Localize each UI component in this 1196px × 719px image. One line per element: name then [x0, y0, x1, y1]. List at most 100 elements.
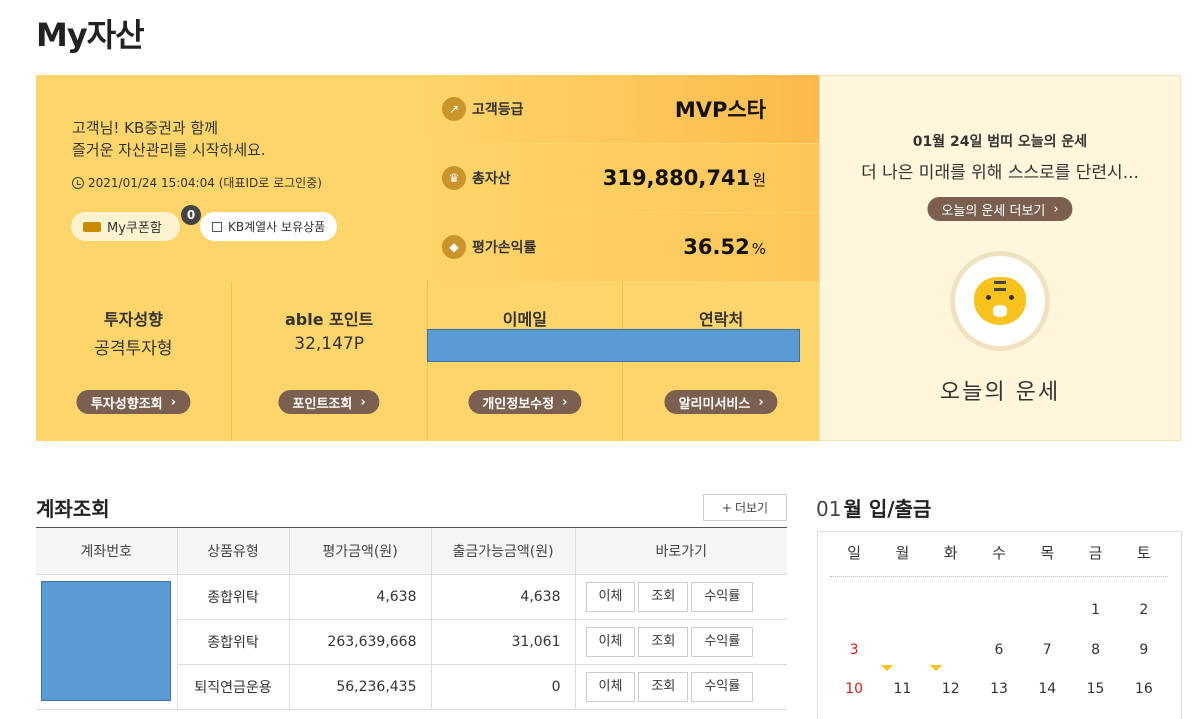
calendar-day-marked[interactable]: 5 [927, 635, 975, 671]
chevron-right-icon: › [170, 394, 176, 410]
calendar-day[interactable]: 15 [1071, 674, 1119, 704]
inquiry-button[interactable]: 조회 [638, 627, 689, 657]
header-eval-amount: 평가금액(원) [288, 527, 431, 575]
edit-personal-info-button[interactable]: 개인정보수정 › [468, 390, 582, 414]
login-time-text: 2021/01/24 15:04:04 (대표ID로 로그인중) [88, 176, 322, 190]
kb-affiliate-products-button[interactable]: KB계열사 보유상품 [200, 212, 338, 241]
calendar-day[interactable] [1023, 595, 1071, 625]
calendar-day[interactable] [878, 595, 926, 625]
weekday-label: 금 [1088, 544, 1103, 562]
transfer-button[interactable]: 이체 [585, 582, 636, 612]
profit-rate-value: 36.52% [683, 235, 766, 259]
diamond-icon: ◆ [442, 235, 466, 259]
chevron-right-icon: › [562, 394, 568, 410]
tiger-stripe [994, 281, 1006, 291]
calendar-week: 3 4 5 6 7 8 9 [830, 635, 1168, 671]
fortune-date-title: 01월 24일 범띠 오늘의 운세 [912, 134, 1088, 150]
external-link-icon [212, 221, 222, 232]
withdrawable-amount: 31,061 [430, 619, 575, 665]
tiger-eye [986, 295, 991, 300]
redacted-account-numbers [41, 581, 171, 701]
weekday-label: 일 [847, 544, 862, 562]
coupon-count-badge: 0 [181, 205, 201, 225]
product-type: 퇴직연금운용 [176, 664, 289, 710]
greeting-line-2: 즐거운 자산관리를 시작하세요. [72, 141, 266, 159]
tiger-icon [950, 251, 1050, 351]
calendar-day-marked[interactable]: 4 [878, 635, 926, 671]
transfer-button[interactable]: 이체 [585, 672, 636, 702]
chevron-right-icon: › [758, 394, 764, 410]
coupon-box-button[interactable]: My쿠폰함 [71, 212, 180, 241]
header-account-no: 계좌번호 [36, 527, 177, 575]
calendar-day[interactable]: 3 [830, 635, 878, 665]
inquiry-button[interactable]: 조회 [638, 582, 689, 612]
transfer-button[interactable]: 이체 [585, 627, 636, 657]
fortune-caption: 오늘의 운세 [939, 380, 1061, 405]
login-time: 2021/01/24 15:04:04 (대표ID로 로그인중) [72, 174, 322, 191]
calendar-weekday-header: 일 월 화 수 목 금 토 [830, 542, 1168, 577]
cell-value: 공격투자형 [94, 339, 173, 359]
calendar-day[interactable]: 16 [1120, 674, 1168, 704]
calendar-day[interactable]: 6 [975, 635, 1023, 665]
calendar-day[interactable] [830, 595, 878, 625]
calendar-day[interactable]: 9 [1120, 635, 1168, 665]
return-rate-button[interactable]: 수익률 [691, 582, 754, 612]
point-inquiry-button[interactable]: 포인트조회 › [278, 390, 380, 414]
fortune-text: 더 나은 미래를 위해 스스로를 단련시... [861, 163, 1139, 183]
investment-profile-button[interactable]: 투자성향조회 › [76, 390, 190, 414]
coupon-icon [83, 221, 101, 232]
chevron-right-icon: › [360, 394, 366, 410]
calendar-day[interactable]: 11 [878, 674, 926, 704]
inquiry-button[interactable]: 조회 [638, 672, 689, 702]
weekday-label: 화 [943, 544, 958, 562]
calendar-week: 1 2 [830, 595, 1168, 625]
button-label: 알리미서비스 [678, 396, 751, 412]
calendar-day[interactable] [927, 595, 975, 625]
customer-grade-row: ↗ 고객등급 MVP스타 [427, 75, 819, 143]
account-number-cell [36, 574, 177, 710]
more-label: 더보기 [734, 501, 769, 515]
asset-summary-panel: 고객님! KB증권과 함께 즐거운 자산관리를 시작하세요. 2021/01/2… [36, 75, 819, 441]
withdrawable-amount: 4,638 [430, 574, 575, 620]
calendar-day[interactable]: 14 [1023, 674, 1071, 704]
shortcut-cell: 이체 조회 수익률 [574, 619, 787, 665]
calendar-day[interactable] [975, 595, 1023, 625]
total-assets-row: ♛ 총자산 319,880,741 원 [427, 144, 819, 212]
chevron-right-icon: › [1053, 201, 1059, 217]
eval-amount: 56,236,435 [288, 664, 431, 710]
total-assets-label: 총자산 [472, 171, 511, 187]
redacted-contact-info [427, 329, 800, 362]
calendar-day[interactable]: 12 [927, 674, 975, 704]
total-assets-unit: 원 [752, 171, 766, 189]
cell-title: able 포인트 [284, 310, 374, 329]
calendar-day[interactable]: 13 [975, 674, 1023, 704]
clock-icon [72, 176, 84, 189]
calendar-day[interactable]: 7 [1023, 635, 1071, 665]
weekday-label: 목 [1040, 544, 1055, 562]
return-rate-button[interactable]: 수익률 [691, 672, 754, 702]
calendar-day[interactable]: 1 [1071, 595, 1119, 625]
accounts-more-button[interactable]: + 더보기 [703, 494, 787, 521]
cell-title: 투자성향 [103, 310, 163, 329]
table-row: 종합위탁 4,638 4,638 이체 조회 수익률 [36, 574, 787, 710]
calendar-month: 01 [816, 497, 842, 521]
calendar-day[interactable]: 8 [1071, 635, 1119, 665]
profit-rate-row: ◆ 평가손익률 36.52% [427, 213, 819, 281]
greeting-text: 고객님! KB증권과 함께 즐거운 자산관리를 시작하세요. [72, 117, 266, 161]
calendar-day[interactable]: 2 [1120, 595, 1168, 625]
calendar-day[interactable]: 10 [830, 674, 878, 704]
return-rate-button[interactable]: 수익률 [691, 627, 754, 657]
calendar-title: 01 월 입/출금 [816, 493, 931, 522]
button-label: 포인트조회 [292, 396, 353, 412]
notification-service-button[interactable]: 알리미서비스 › [664, 390, 778, 414]
fortune-more-button[interactable]: 오늘의 운세 더보기 › [927, 197, 1073, 221]
kb-affiliate-products-label: KB계열사 보유상품 [228, 220, 326, 234]
calendar-week: 10 11 12 13 14 15 16 [830, 674, 1168, 704]
product-type: 종합위탁 [176, 619, 289, 665]
button-label: 오늘의 운세 더보기 [941, 203, 1046, 219]
daily-fortune-panel: 01월 24일 범띠 오늘의 운세 더 나은 미래를 위해 스스로를 단련시..… [819, 75, 1181, 441]
header-shortcuts: 바로가기 [574, 527, 787, 575]
plus-icon: + [721, 500, 732, 515]
accounts-table: 계좌번호 상품유형 평가금액(원) 출금가능금액(원) 바로가기 종합위탁 4,… [36, 527, 787, 710]
tiger-nose [993, 305, 1007, 317]
